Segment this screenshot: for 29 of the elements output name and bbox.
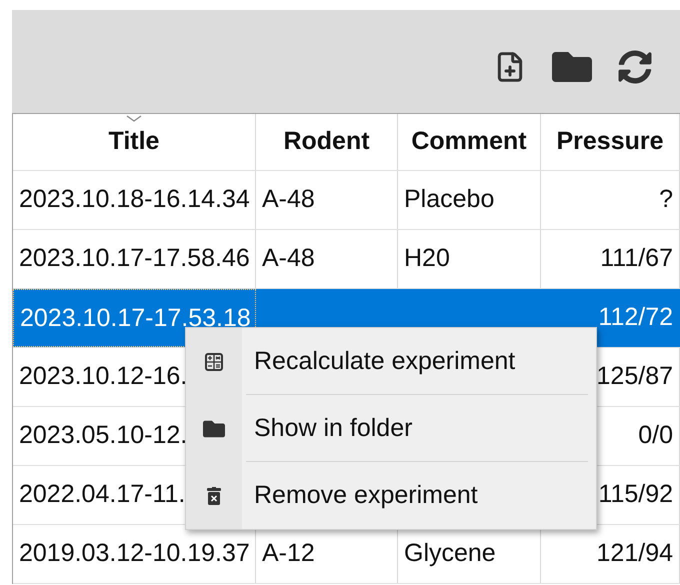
column-header[interactable]: Comment	[398, 114, 541, 170]
table-cell-text: 2023.05.10-12.	[19, 420, 188, 452]
table-cell-text: H20	[404, 243, 450, 274]
calculator-icon	[205, 352, 223, 370]
table-cell-text: 2023.10.12-16.	[19, 361, 188, 392]
table-cell-text: 112/72	[598, 302, 673, 333]
table-cell-text: 2023.10.18-16.14.34	[19, 184, 250, 216]
table-cell-text: A-48	[262, 184, 315, 216]
table-cell-text: 2022.04.17-11.	[19, 479, 186, 510]
table-cell-text: 125/87	[596, 361, 673, 392]
trash-icon	[207, 486, 221, 504]
table-cell-text: 2019.03.12-10.19.37	[19, 538, 250, 570]
table-cell-text: A-48	[262, 243, 315, 274]
table-cell-text: Glycene	[404, 538, 496, 570]
column-header[interactable]: Pressure	[541, 114, 680, 170]
column-header[interactable]: Title	[13, 114, 256, 170]
menu-item[interactable]: Show in folder	[242, 395, 596, 462]
table-cell-text: 0/0	[638, 420, 673, 452]
table-cell-text: 121/94	[596, 538, 673, 570]
refresh-icon[interactable]	[618, 50, 652, 84]
table-cell-text: 111/67	[600, 243, 673, 274]
table-cell-text: ?	[659, 184, 673, 216]
column-header[interactable]: Rodent	[256, 114, 398, 170]
sort-caret-icon	[126, 115, 142, 122]
table-cell-text: 115/92	[598, 479, 673, 510]
table-cell-text: Placebo	[404, 184, 494, 216]
table-cell-text: A-12	[262, 538, 315, 570]
table-row[interactable]: 2023.10.18-16.14.34 A-48 Placebo ?	[13, 171, 680, 230]
table-cell-text: 2023.10.17-17.58.46	[19, 243, 250, 274]
